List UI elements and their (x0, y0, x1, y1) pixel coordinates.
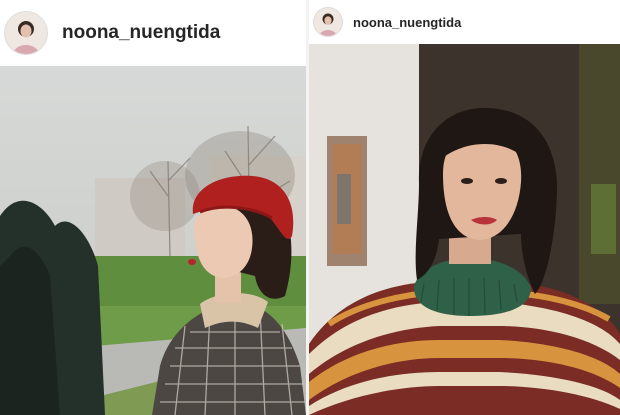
post-photo[interactable] (0, 66, 306, 415)
profile-avatar[interactable] (313, 7, 343, 37)
post-card-right: noona_nuengtida (309, 0, 620, 415)
username-link[interactable]: noona_nuengtida (62, 22, 220, 44)
avatar-icon (314, 8, 342, 36)
avatar-icon (5, 12, 47, 54)
photo-image (0, 66, 306, 415)
post-card-left: noona_nuengtida (0, 0, 306, 415)
username-link[interactable]: noona_nuengtida (353, 15, 461, 30)
photo-image (309, 44, 620, 415)
post-header: noona_nuengtida (0, 0, 306, 66)
profile-avatar[interactable] (4, 11, 48, 55)
post-header: noona_nuengtida (309, 0, 620, 44)
post-photo[interactable] (309, 44, 620, 415)
